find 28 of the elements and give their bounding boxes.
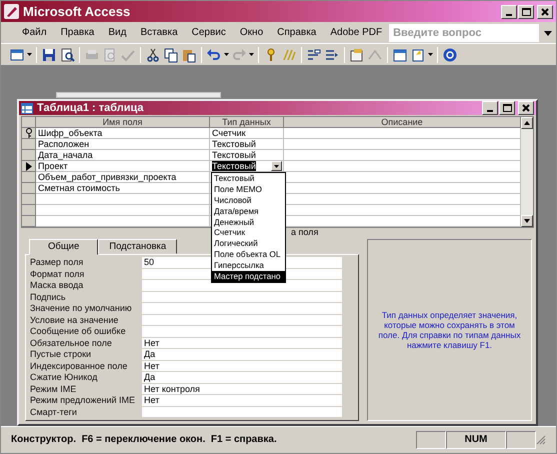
property-label: Индексированное поле [30, 360, 128, 372]
property-label: Подпись [30, 292, 67, 303]
table-cell: Сметная стоимость [36, 183, 210, 194]
property-label: Смарт-теги [30, 406, 78, 418]
property-label: Формат поля [30, 268, 86, 280]
property-label: Значение по умолчанию [30, 303, 133, 314]
help-text: Тип данных определяет значения, которые можно сохранять в этом поле. Для справки по типам данных нажмите клавишу F1. [367, 239, 532, 421]
table-cell: Проект [36, 161, 210, 172]
section-label: а поля [291, 228, 318, 237]
property-label: Пустые строки [30, 349, 92, 360]
table-cell: Шифр_объекта [36, 128, 210, 139]
status-text: Конструктор. F6 = переключение окон. F1 = справка. [11, 435, 278, 445]
property-label: Маска ввода [30, 280, 84, 292]
table-cell: Расположен [36, 139, 210, 150]
property-label: Режим предложений IME [30, 395, 136, 406]
table-cell: Дата_начала [36, 150, 210, 161]
property-label: Сообщение об ошибке [30, 326, 127, 338]
property-label: Режим IME [30, 384, 78, 395]
table-cell: Счетчик [210, 128, 284, 139]
num-indicator: NUM [446, 431, 506, 449]
table-cell: Объем_работ_привязки_проекта [36, 172, 210, 183]
table-cell: Текстовый [210, 139, 284, 150]
property-label: Сжатие Юникод [30, 372, 98, 384]
property-label: Условие на значение [30, 314, 120, 326]
window-title: Microsoft Access [23, 5, 130, 18]
property-label: Размер поля [30, 257, 84, 268]
window-title: Таблица1 : таблица [37, 102, 144, 114]
property-label: Обязательное поле [30, 338, 113, 349]
